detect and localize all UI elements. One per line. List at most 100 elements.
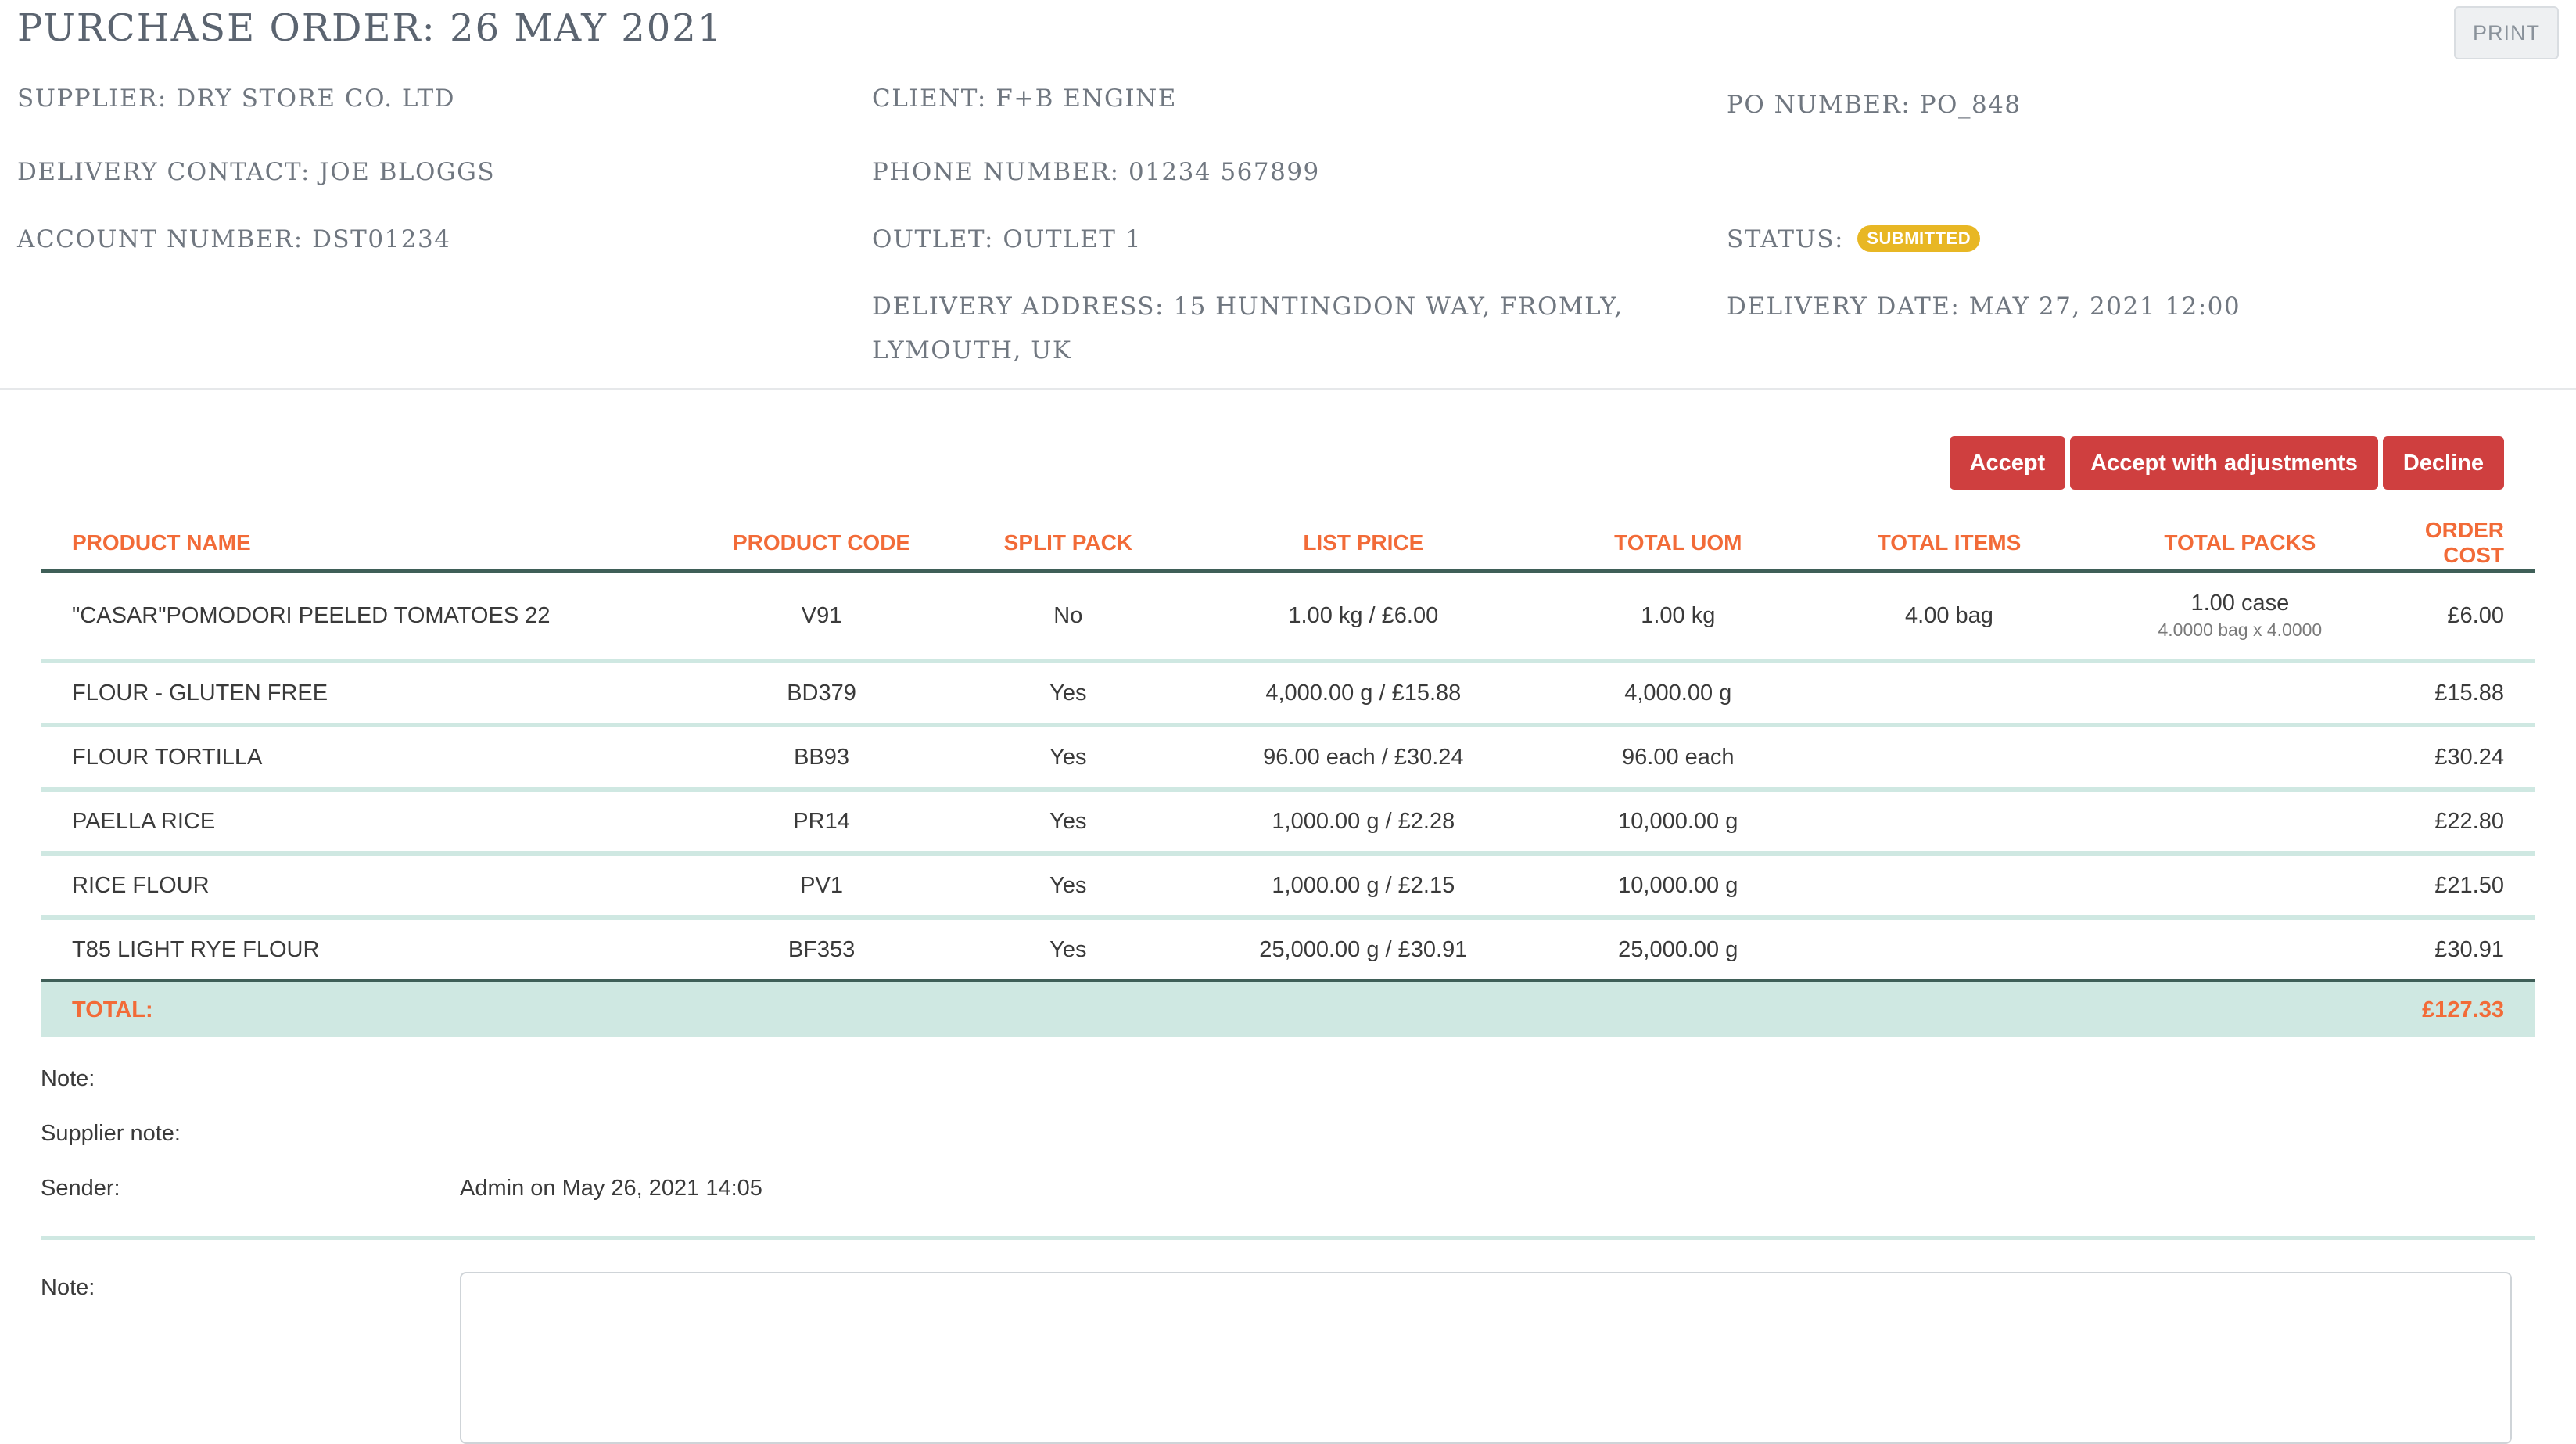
po-number-info: PO NUMBER: PO_848 (1727, 91, 2022, 119)
header-total-packs: TOTAL PACKS (2089, 516, 2391, 573)
product-code: V91 (686, 571, 957, 663)
print-button[interactable]: PRINT (2454, 6, 2559, 59)
list-price: 1,000.00 g / £2.28 (1179, 789, 1548, 856)
order-cost: £15.88 (2391, 661, 2535, 727)
client-value: F+B ENGINE (996, 84, 1177, 113)
delivery-date-label: DELIVERY DATE: (1727, 293, 1961, 321)
header-product-name: PRODUCT NAME (41, 516, 687, 573)
split-pack: Yes (956, 789, 1180, 856)
accept-button[interactable]: Accept (1949, 436, 2066, 490)
po-number-label: PO NUMBER: (1727, 91, 1911, 119)
total-uom: 4,000.00 g (1547, 661, 1810, 727)
order-actions: Accept Accept with adjustments Decline (1949, 436, 2504, 490)
list-price: 1,000.00 g / £2.15 (1179, 853, 1548, 920)
delivery-date-value: MAY 27, 2021 12:00 (1968, 293, 2241, 321)
total-items (1809, 789, 2090, 856)
table-row: FLOUR TORTILLA BB93 Yes 96.00 each / £30… (41, 725, 2535, 792)
total-label: TOTAL: (41, 981, 2391, 1037)
split-pack: Yes (956, 918, 1180, 982)
sender-label: Sender: (41, 1176, 120, 1201)
header-divider (0, 388, 2576, 390)
product-code: PV1 (686, 853, 957, 920)
outlet-value: OUTLET 1 (1003, 225, 1142, 253)
notes-divider (41, 1236, 2535, 1240)
total-row: TOTAL: £127.33 (41, 981, 2535, 1037)
order-cost: £21.50 (2391, 853, 2535, 920)
delivery-contact-label: DELIVERY CONTACT: (17, 158, 310, 186)
split-pack: No (956, 571, 1180, 663)
product-code: BF353 (686, 918, 957, 982)
total-packs (2089, 789, 2391, 856)
total-uom: 10,000.00 g (1547, 853, 1810, 920)
header-list-price: LIST PRICE (1179, 516, 1548, 573)
client-label: CLIENT: (872, 84, 987, 113)
account-number-label: ACCOUNT NUMBER: (17, 225, 303, 253)
table-row: PAELLA RICE PR14 Yes 1,000.00 g / £2.28 … (41, 789, 2535, 856)
list-price: 4,000.00 g / £15.88 (1179, 661, 1548, 727)
supplier-note-label: Supplier note: (41, 1121, 181, 1146)
delivery-contact-value: JOE BLOGGS (319, 158, 496, 186)
total-uom: 25,000.00 g (1547, 918, 1810, 982)
header-product-code: PRODUCT CODE (686, 516, 957, 573)
delivery-contact-info: DELIVERY CONTACT: JOE BLOGGS (17, 158, 495, 186)
total-items: 4.00 bag (1809, 571, 2090, 663)
decline-button[interactable]: Decline (2382, 436, 2504, 490)
phone-number-label: PHONE NUMBER: (872, 158, 1120, 186)
phone-number-value: 01234 567899 (1128, 158, 1320, 186)
split-pack: Yes (956, 725, 1180, 792)
total-packs (2089, 725, 2391, 792)
total-packs (2089, 853, 2391, 920)
phone-number-info: PHONE NUMBER: 01234 567899 (872, 158, 1320, 186)
delivery-address-line2: LYMOUTH, UK (872, 336, 1072, 365)
total-uom: 96.00 each (1547, 725, 1810, 792)
client-info: CLIENT: F+B ENGINE (872, 84, 1177, 113)
status-label: STATUS: (1727, 225, 1844, 253)
product-name: RICE FLOUR (41, 853, 687, 920)
split-pack: Yes (956, 853, 1180, 920)
total-packs (2089, 661, 2391, 727)
table-row: T85 LIGHT RYE FLOUR BF353 Yes 25,000.00 … (41, 918, 2535, 982)
total-items (1809, 661, 2090, 727)
status-badge: SUBMITTED (1857, 225, 1981, 252)
outlet-info: OUTLET: OUTLET 1 (872, 225, 1142, 253)
total-value: £127.33 (2391, 981, 2535, 1037)
header-order-cost: ORDER COST (2391, 516, 2535, 573)
product-code: PR14 (686, 789, 957, 856)
product-name: PAELLA RICE (41, 789, 687, 856)
header-split-pack: SPLIT PACK (956, 516, 1180, 573)
total-packs-value: 1.00 case (2190, 591, 2290, 616)
supplier-label: SUPPLIER: (17, 84, 167, 113)
table-header-row: PRODUCT NAME PRODUCT CODE SPLIT PACK LIS… (41, 516, 2535, 573)
note-label: Note: (41, 1066, 95, 1091)
table-row: "CASAR"POMODORI PEELED TOMATOES 22 V91 N… (41, 571, 2535, 663)
product-name: T85 LIGHT RYE FLOUR (41, 918, 687, 982)
order-items-table: PRODUCT NAME PRODUCT CODE SPLIT PACK LIS… (41, 516, 2535, 1037)
table-row: FLOUR - GLUTEN FREE BD379 Yes 4,000.00 g… (41, 661, 2535, 727)
total-items (1809, 853, 2090, 920)
delivery-address-line1: 15 HUNTINGDON WAY, FROMLY, (1173, 293, 1623, 321)
list-price: 25,000.00 g / £30.91 (1179, 918, 1548, 982)
note-input-label: Note: (41, 1275, 95, 1300)
supplier-value: DRY STORE CO. LTD (176, 84, 456, 113)
supplier-info: SUPPLIER: DRY STORE CO. LTD (17, 84, 455, 113)
header-total-uom: TOTAL UOM (1547, 516, 1810, 573)
total-packs-breakdown: 4.0000 bag x 4.0000 (2158, 620, 2323, 640)
order-cost: £30.24 (2391, 725, 2535, 792)
delivery-date-info: DELIVERY DATE: MAY 27, 2021 12:00 (1727, 293, 2241, 321)
note-textarea[interactable] (460, 1272, 2512, 1444)
product-code: BB93 (686, 725, 957, 792)
split-pack: Yes (956, 661, 1180, 727)
total-packs: 1.00 case 4.0000 bag x 4.0000 (2089, 571, 2391, 663)
outlet-label: OUTLET: (872, 225, 994, 253)
po-number-value: PO_848 (1919, 91, 2022, 119)
order-cost: £6.00 (2391, 571, 2535, 663)
list-price: 1.00 kg / £6.00 (1179, 571, 1548, 663)
accept-with-adjustments-button[interactable]: Accept with adjustments (2070, 436, 2378, 490)
delivery-address-line2-row: LYMOUTH, UK (872, 336, 1072, 365)
account-number-info: ACCOUNT NUMBER: DST01234 (17, 225, 450, 253)
delivery-address-label: DELIVERY ADDRESS: (872, 293, 1164, 321)
order-cost: £22.80 (2391, 789, 2535, 856)
total-uom: 10,000.00 g (1547, 789, 1810, 856)
total-uom: 1.00 kg (1547, 571, 1810, 663)
status-info: STATUS: SUBMITTED (1727, 225, 1981, 254)
